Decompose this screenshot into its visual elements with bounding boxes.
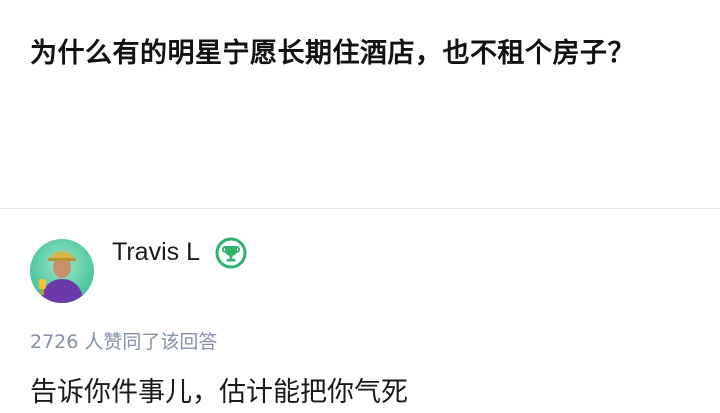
trophy-badge-icon[interactable] bbox=[215, 237, 247, 269]
answer-card: Travis L 2726 人赞同了该回答 告诉你件事儿，估计能把你气死 bbox=[0, 209, 720, 408]
avatar-image bbox=[30, 239, 94, 303]
author-name[interactable]: Travis L bbox=[112, 235, 200, 269]
answer-content[interactable]: 告诉你件事儿，估计能把你气死 bbox=[30, 373, 690, 413]
question-section: 为什么有的明星宁愿长期住酒店，也不租个房子？ bbox=[0, 0, 720, 208]
vote-count: 2726 人赞同了该回答 bbox=[30, 331, 218, 353]
question-title[interactable]: 为什么有的明星宁愿长期住酒店，也不租个房子？ bbox=[30, 34, 690, 74]
author-avatar[interactable] bbox=[30, 239, 94, 303]
